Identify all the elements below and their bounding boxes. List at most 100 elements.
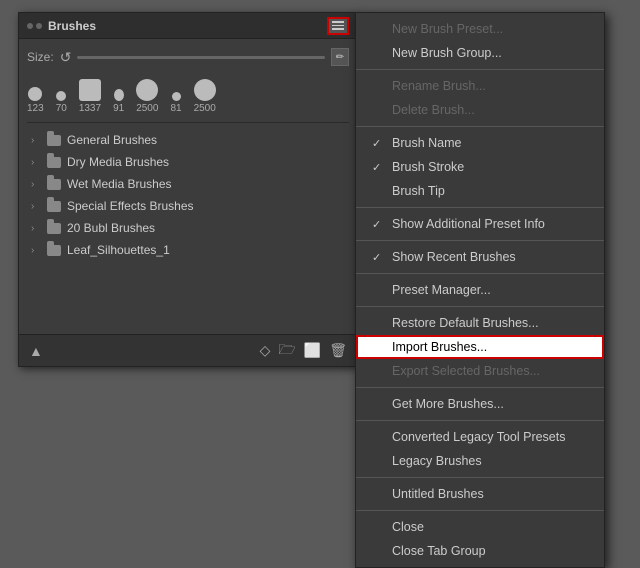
menu-label-legacy-brushes: Legacy Brushes: [392, 454, 482, 468]
menu-item-brush-tip[interactable]: Brush Tip: [356, 179, 604, 203]
expand-arrow-4: ›: [31, 223, 41, 234]
menu-label-restore-default: Restore Default Brushes...: [392, 316, 539, 330]
brush-shape-5: [136, 79, 158, 101]
brush-group-3[interactable]: › Special Effects Brushes: [27, 195, 349, 217]
panel-menu-button[interactable]: [327, 17, 349, 35]
brush-group-0[interactable]: › General Brushes: [27, 129, 349, 151]
menu-divider-9: [356, 477, 604, 478]
menu-divider-3: [356, 207, 604, 208]
size-edit-button[interactable]: ✏: [331, 48, 349, 66]
check-brush-name: ✓: [372, 137, 386, 150]
menu-label-show-additional: Show Additional Preset Info: [392, 217, 545, 231]
folder-icon-1: [47, 157, 61, 168]
menu-item-restore-default[interactable]: Restore Default Brushes...: [356, 311, 604, 335]
brush-group-5[interactable]: › Leaf_Silhouettes_1: [27, 239, 349, 261]
brush-default-icon[interactable]: ▲: [29, 343, 43, 359]
workspace: Brushes Size: ↺ ✏: [0, 0, 640, 507]
folder-icon-0: [47, 135, 61, 146]
menu-divider-5: [356, 273, 604, 274]
check-brush-stroke: ✓: [372, 161, 386, 174]
dot-2: [36, 23, 42, 29]
brush-icon-item[interactable]: 123: [27, 87, 44, 114]
menu-item-get-more[interactable]: Get More Brushes...: [356, 392, 604, 416]
menu-divider-7: [356, 387, 604, 388]
brush-group-1[interactable]: › Dry Media Brushes: [27, 151, 349, 173]
toolbar-right: ◇ 🗁 ⬜ 🗑: [260, 339, 347, 363]
menu-item-close[interactable]: Close: [356, 515, 604, 539]
menu-item-legacy-brushes[interactable]: Legacy Brushes: [356, 449, 604, 473]
brush-shape-2: [56, 91, 66, 101]
menu-label-new-brush-preset: New Brush Preset...: [392, 22, 503, 36]
brushes-panel: Brushes Size: ↺ ✏: [18, 12, 358, 367]
panel-menu-icon: [332, 21, 344, 30]
folder-add-icon[interactable]: 🗁: [278, 339, 295, 363]
panel-close-dots: [27, 23, 42, 29]
menu-item-converted-legacy[interactable]: Converted Legacy Tool Presets: [356, 425, 604, 449]
panel-title-left: Brushes: [27, 19, 96, 33]
menu-label-brush-tip: Brush Tip: [392, 184, 445, 198]
menu-divider-4: [356, 240, 604, 241]
expand-arrow-0: ›: [31, 135, 41, 146]
menu-item-brush-stroke[interactable]: ✓ Brush Stroke: [356, 155, 604, 179]
size-row: Size: ↺ ✏: [27, 45, 349, 69]
panel-titlebar: Brushes: [19, 13, 357, 39]
menu-item-show-recent[interactable]: ✓ Show Recent Brushes: [356, 245, 604, 269]
size-label: Size:: [27, 50, 54, 64]
menu-item-untitled-brushes[interactable]: Untitled Brushes: [356, 482, 604, 506]
brush-icon-item[interactable]: 70: [56, 91, 67, 114]
brush-group-2[interactable]: › Wet Media Brushes: [27, 173, 349, 195]
dropdown-menu: New Brush Preset... New Brush Group... R…: [355, 12, 605, 568]
menu-label-brush-stroke: Brush Stroke: [392, 160, 464, 174]
menu-item-brush-name[interactable]: ✓ Brush Name: [356, 131, 604, 155]
menu-item-new-brush-group[interactable]: New Brush Group...: [356, 41, 604, 65]
brush-num-4: 91: [113, 103, 124, 114]
menu-item-new-brush-preset: New Brush Preset...: [356, 17, 604, 41]
check-show-recent: ✓: [372, 251, 386, 264]
menu-label-brush-name: Brush Name: [392, 136, 461, 150]
brush-icon-item[interactable]: 1337: [79, 79, 101, 114]
panel-toolbar: ▲ ◇ 🗁 ⬜ 🗑: [19, 334, 357, 366]
toolbar-left: ▲: [29, 343, 43, 359]
brush-icon-item[interactable]: 2500: [194, 79, 216, 114]
brush-icons-row: 123 70 1337 91 2500: [27, 75, 349, 123]
brush-group-4[interactable]: › 20 Bubl Brushes: [27, 217, 349, 239]
new-brush-icon[interactable]: ⬜: [304, 342, 321, 359]
brush-shape-7: [194, 79, 216, 101]
menu-label-preset-manager: Preset Manager...: [392, 283, 491, 297]
brush-group-label-4: 20 Bubl Brushes: [67, 221, 155, 235]
menu-item-show-additional[interactable]: ✓ Show Additional Preset Info: [356, 212, 604, 236]
menu-label-import-brushes: Import Brushes...: [392, 340, 487, 354]
menu-item-export-selected: Export Selected Brushes...: [356, 359, 604, 383]
menu-label-rename-brush: Rename Brush...: [392, 79, 486, 93]
size-slider[interactable]: [77, 56, 325, 59]
brush-num-2: 70: [56, 103, 67, 114]
folder-icon-5: [47, 245, 61, 256]
panel-title: Brushes: [48, 19, 96, 33]
menu-label-new-brush-group: New Brush Group...: [392, 46, 502, 60]
expand-arrow-2: ›: [31, 179, 41, 190]
brush-num-6: 81: [170, 103, 181, 114]
expand-arrow-1: ›: [31, 157, 41, 168]
brush-icon-item[interactable]: 2500: [136, 79, 158, 114]
brush-group-label-5: Leaf_Silhouettes_1: [67, 243, 170, 257]
delete-brush-icon[interactable]: 🗑: [329, 342, 347, 359]
brush-num-7: 2500: [194, 103, 216, 114]
menu-divider-8: [356, 420, 604, 421]
brush-icon-item[interactable]: 91: [113, 89, 124, 114]
menu-item-import-brushes[interactable]: Import Brushes...: [356, 335, 604, 359]
menu-line-2: [332, 25, 344, 27]
menu-item-preset-manager[interactable]: Preset Manager...: [356, 278, 604, 302]
brush-num-5: 2500: [136, 103, 158, 114]
menu-label-close: Close: [392, 520, 424, 534]
menu-item-close-tab-group[interactable]: Close Tab Group: [356, 539, 604, 563]
brush-group-label-2: Wet Media Brushes: [67, 177, 172, 191]
brush-icon-item[interactable]: 81: [170, 92, 181, 114]
menu-divider-1: [356, 69, 604, 70]
menu-label-delete-brush: Delete Brush...: [392, 103, 475, 117]
menu-divider-2: [356, 126, 604, 127]
menu-item-delete-brush: Delete Brush...: [356, 98, 604, 122]
visibility-icon[interactable]: ◇: [260, 342, 271, 359]
undo-icon[interactable]: ↺: [60, 49, 72, 66]
brush-shape-4: [114, 89, 124, 101]
menu-line-1: [332, 21, 344, 23]
